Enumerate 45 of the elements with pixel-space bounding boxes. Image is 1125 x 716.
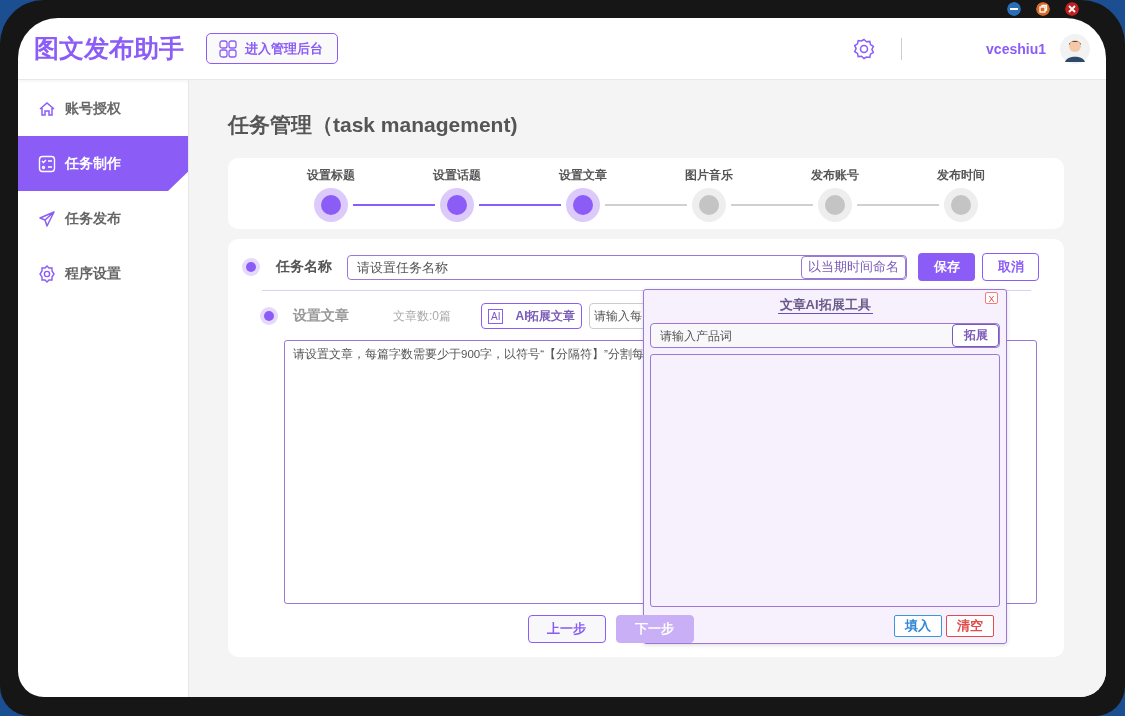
grid-icon <box>219 39 237 58</box>
step-label: 图片音乐 <box>685 168 733 182</box>
page-title: 任务管理（task management) <box>228 112 519 136</box>
field-label: 设置文章 <box>293 307 349 325</box>
settings-icon <box>38 264 56 283</box>
step-label: 设置标题 <box>307 168 355 182</box>
step-dot[interactable] <box>944 188 978 222</box>
checklist-icon <box>38 154 56 173</box>
save-button[interactable]: 保存 <box>918 253 975 281</box>
admin-button[interactable]: 进入管理后台 <box>206 33 338 64</box>
avatar-icon[interactable] <box>1060 33 1090 64</box>
minimize-icon[interactable] <box>1007 2 1021 16</box>
sidebar-item[interactable]: 任务发布 <box>18 191 188 246</box>
paper-plane-icon <box>38 209 56 228</box>
sidebar-item[interactable]: 账号授权 <box>18 81 188 136</box>
app-title: 图文发布助手 <box>34 33 184 64</box>
radio-button[interactable] <box>260 307 278 325</box>
step-label: 设置文章 <box>559 168 607 182</box>
home-icon <box>38 99 56 118</box>
maximize-icon[interactable] <box>1036 2 1050 16</box>
close-icon[interactable] <box>1065 2 1079 16</box>
settings-icon[interactable] <box>853 37 876 60</box>
step-label: 发布时间 <box>937 168 985 182</box>
step-dot[interactable] <box>314 188 348 222</box>
step-label: 设置话题 <box>433 168 481 182</box>
sidebar-item[interactable]: 程序设置 <box>18 246 188 301</box>
ai-expand-button[interactable]: AI AI拓展文章 <box>481 303 583 329</box>
step-dot[interactable] <box>440 188 474 222</box>
dialog-title: 文章AI拓展工具 <box>777 297 873 314</box>
field-label: 任务名称 <box>276 258 332 276</box>
fill-in-button[interactable]: 填入 <box>894 615 942 637</box>
step-dot[interactable] <box>818 188 852 222</box>
expand-button[interactable]: 拓展 <box>952 324 999 347</box>
username: vceshiu1 <box>986 40 1046 57</box>
name-by-time-button[interactable]: 以当期时间命名 <box>801 255 906 279</box>
clear-button[interactable]: 清空 <box>946 615 994 637</box>
cancel-button[interactable]: 取消 <box>982 253 1039 281</box>
sidebar-item[interactable]: 任务制作 <box>18 136 188 191</box>
step-dot[interactable] <box>692 188 726 222</box>
radio-button[interactable] <box>242 258 260 276</box>
prev-step-button[interactable]: 上一步 <box>527 615 606 643</box>
close-button[interactable]: X <box>985 292 998 304</box>
step-dot[interactable] <box>566 188 600 222</box>
step-label: 发布账号 <box>811 168 859 182</box>
article-count: 文章数:0篇 <box>393 307 451 325</box>
